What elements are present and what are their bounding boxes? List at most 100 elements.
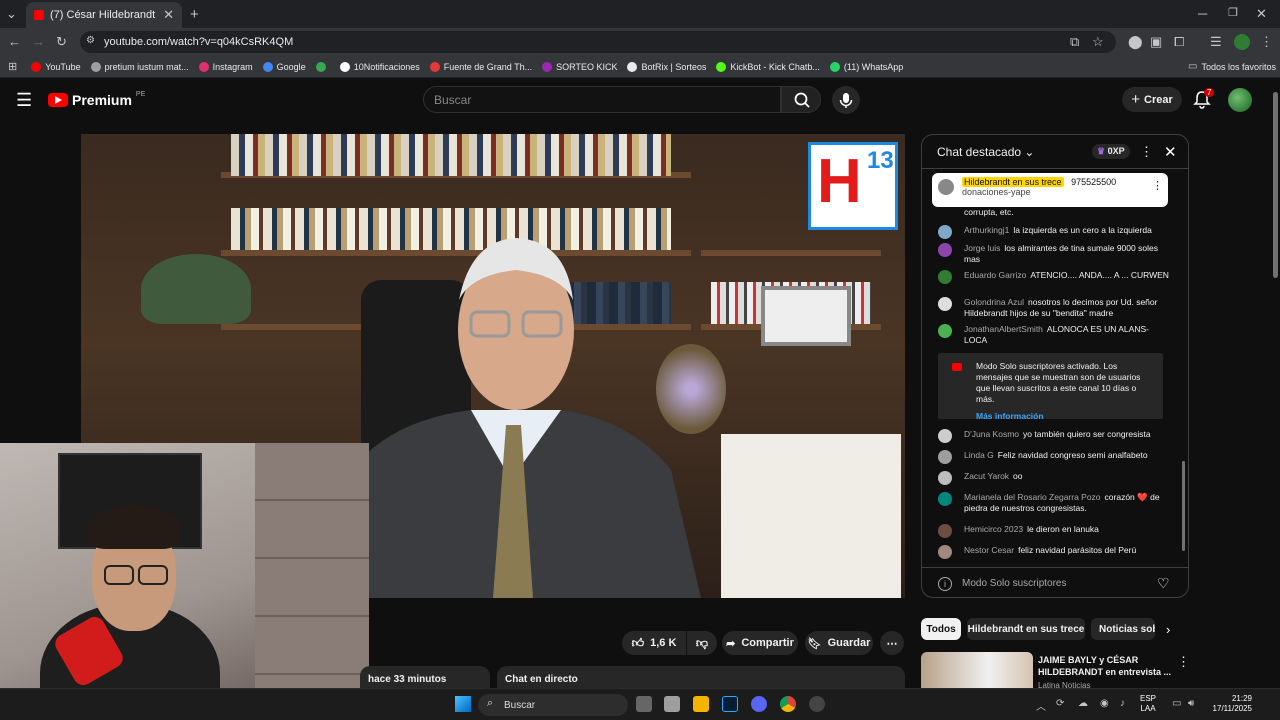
- tray-3-icon[interactable]: ♪: [1120, 698, 1125, 709]
- all-favorites[interactable]: ▭ Todos los favoritos: [1188, 61, 1276, 72]
- chips-next-icon[interactable]: ›: [1166, 622, 1170, 637]
- chat-avatar[interactable]: [938, 450, 952, 464]
- bookmark-item[interactable]: pretium iustum mat...: [90, 61, 189, 72]
- page-scroll-thumb[interactable]: [1273, 92, 1278, 278]
- heart-reaction-icon[interactable]: ♡: [1157, 575, 1170, 592]
- bookmark-item[interactable]: KickBot - Kick Chatb...: [716, 61, 820, 72]
- close-window-icon[interactable]: ✕: [1256, 6, 1267, 22]
- chat-message[interactable]: Nestor Cesar feliz navidad parásitos del …: [938, 545, 1170, 559]
- points-badge[interactable]: ♛ 0XP: [1092, 144, 1130, 159]
- chat-avatar[interactable]: [938, 429, 952, 443]
- bookmark-item[interactable]: (11) WhatsApp: [829, 61, 903, 72]
- chat-message[interactable]: Jorge luis los almirantes de tina sumale …: [938, 243, 1170, 265]
- chat-author[interactable]: D'Juna Kosmo: [964, 429, 1019, 439]
- recommended-menu-icon[interactable]: ⋮: [1177, 654, 1190, 670]
- chat-avatar[interactable]: [938, 243, 952, 257]
- chat-avatar[interactable]: [938, 492, 952, 506]
- restore-icon[interactable]: ❐: [1228, 6, 1238, 19]
- chat-author[interactable]: Golondrina Azul: [964, 297, 1024, 307]
- bookmark-item[interactable]: YouTube: [31, 61, 81, 72]
- apps-grid-icon[interactable]: ⊞: [8, 60, 17, 73]
- create-button[interactable]: + Crear: [1122, 87, 1182, 112]
- bookmark-item[interactable]: Google: [262, 61, 306, 72]
- chat-author[interactable]: Marianela del Rosario Zegarra Pozo: [964, 492, 1101, 502]
- photoshop-icon[interactable]: [722, 696, 738, 712]
- bookmark-star-icon[interactable]: ☆: [1092, 34, 1104, 50]
- tray-app-icon[interactable]: ⟳: [1056, 698, 1064, 709]
- chat-avatar[interactable]: [938, 225, 952, 239]
- forward-icon[interactable]: →: [32, 34, 45, 49]
- chat-message[interactable]: Arthurkingj1 la izquierda es un cero a la…: [938, 225, 1170, 239]
- reload-icon[interactable]: ↻: [56, 34, 67, 50]
- clock[interactable]: 21:29 17/11/2025: [1206, 694, 1252, 714]
- chat-author[interactable]: JonathanAlbertSmith: [964, 324, 1043, 334]
- chat-message[interactable]: D'Juna Kosmo yo también quiero ser congre…: [938, 429, 1170, 443]
- tray-2-icon[interactable]: ◉: [1100, 698, 1109, 709]
- account-avatar[interactable]: [1228, 88, 1252, 112]
- chat-message[interactable]: Zacut Yarok oo: [938, 471, 1170, 485]
- address-bar[interactable]: ⚙ youtube.com/watch?v=q04kCsRK4QM ⧉ ☆: [80, 31, 1116, 53]
- chat-message[interactable]: Golondrina Azul nosotros lo decimos por U…: [938, 297, 1170, 319]
- volume-icon[interactable]: 🔊︎: [1188, 698, 1194, 709]
- pinned-message[interactable]: Hildebrandt en sus trece 975525500 donac…: [932, 173, 1168, 207]
- onedrive-icon[interactable]: ☁: [1078, 698, 1088, 709]
- recommended-title[interactable]: JAIME BAYLY y CÉSAR HILDEBRANDT en entre…: [1038, 654, 1172, 678]
- search-input[interactable]: Buscar: [423, 86, 781, 113]
- save-button[interactable]: 🔖︎ Guardar: [805, 631, 873, 655]
- windows-start-icon[interactable]: [455, 696, 471, 712]
- chip-news[interactable]: Noticias sob: [1091, 618, 1155, 640]
- reading-list-icon[interactable]: ☰: [1210, 34, 1222, 50]
- more-info-link[interactable]: Más información: [976, 411, 1155, 422]
- back-icon[interactable]: ←: [8, 34, 21, 49]
- youtube-logo[interactable]: Premium PE: [48, 91, 145, 108]
- close-tab-icon[interactable]: ✕: [163, 7, 174, 23]
- chat-message[interactable]: Hemicirco 2023 le dieron en lanuka: [938, 524, 1170, 538]
- chat-author[interactable]: Zacut Yarok: [964, 471, 1009, 481]
- recommended-thumbnail[interactable]: [921, 652, 1033, 688]
- tab-search-icon[interactable]: ⌄: [6, 6, 17, 22]
- install-app-icon[interactable]: ⧉: [1070, 34, 1079, 50]
- chat-avatar[interactable]: [938, 524, 952, 538]
- like-button[interactable]: 👍︎ 1,6 K: [622, 631, 686, 655]
- chat-mode-selector[interactable]: Chat destacado ⌄: [937, 145, 1034, 159]
- chat-author[interactable]: Jorge luis: [964, 243, 1000, 253]
- pinned-menu-icon[interactable]: ⋮: [1152, 179, 1163, 192]
- chip-channel[interactable]: Hildebrandt en sus trece: [967, 618, 1085, 640]
- chat-message[interactable]: Marianela del Rosario Zegarra Pozo corazó…: [938, 492, 1170, 514]
- recommended-video[interactable]: JAIME BAYLY y CÉSAR HILDEBRANDT en entre…: [921, 652, 1190, 690]
- chat-author[interactable]: Eduardo Garrizo: [964, 270, 1026, 280]
- extensions-puzzle-icon[interactable]: ⧠: [1174, 34, 1184, 50]
- bookmark-item[interactable]: Fuente de Grand Th...: [429, 61, 532, 72]
- app-icon[interactable]: [664, 696, 680, 712]
- discord-icon[interactable]: [751, 696, 767, 712]
- bookmark-item[interactable]: [315, 61, 330, 72]
- voice-search-button[interactable]: [832, 86, 860, 114]
- info-icon[interactable]: i: [938, 576, 952, 591]
- file-explorer-icon[interactable]: [693, 696, 709, 712]
- chat-avatar[interactable]: [938, 297, 952, 311]
- chat-author[interactable]: Arthurkingj1: [964, 225, 1009, 235]
- chat-options-icon[interactable]: ⋮: [1140, 144, 1153, 160]
- chat-author[interactable]: Nestor Cesar: [964, 545, 1014, 555]
- chat-message[interactable]: JonathanAlbertSmith ALONOCA ES UN ALANS-L…: [938, 324, 1170, 346]
- new-tab-icon[interactable]: +: [190, 6, 199, 23]
- menu-icon[interactable]: ☰: [16, 90, 32, 111]
- chat-author[interactable]: Hemicirco 2023: [964, 524, 1023, 534]
- chat-avatar[interactable]: [938, 545, 952, 559]
- bookmark-item[interactable]: BotRix | Sorteos: [627, 61, 706, 72]
- chat-scroll-thumb[interactable]: [1182, 461, 1185, 551]
- dislike-button[interactable]: 👎︎: [687, 631, 717, 655]
- chat-author[interactable]: Linda G: [964, 450, 994, 460]
- notifications-button[interactable]: 7: [1192, 88, 1215, 115]
- chip-all[interactable]: Todos: [921, 618, 961, 640]
- search-button[interactable]: [781, 86, 821, 113]
- input-language[interactable]: ESP LAA: [1140, 694, 1156, 714]
- app-2-icon[interactable]: [809, 696, 825, 712]
- network-icon[interactable]: ▭: [1172, 698, 1181, 709]
- more-actions-button[interactable]: ⋯: [880, 631, 904, 655]
- chat-message[interactable]: Linda G Feliz navidad congreso semi analf…: [938, 450, 1170, 464]
- show-hidden-icons[interactable]: ︿: [1036, 698, 1046, 713]
- share-button[interactable]: ➦ Compartir: [722, 631, 798, 655]
- bookmark-item[interactable]: Instagram: [198, 61, 253, 72]
- bookmark-item[interactable]: SORTEO KICK: [542, 61, 617, 72]
